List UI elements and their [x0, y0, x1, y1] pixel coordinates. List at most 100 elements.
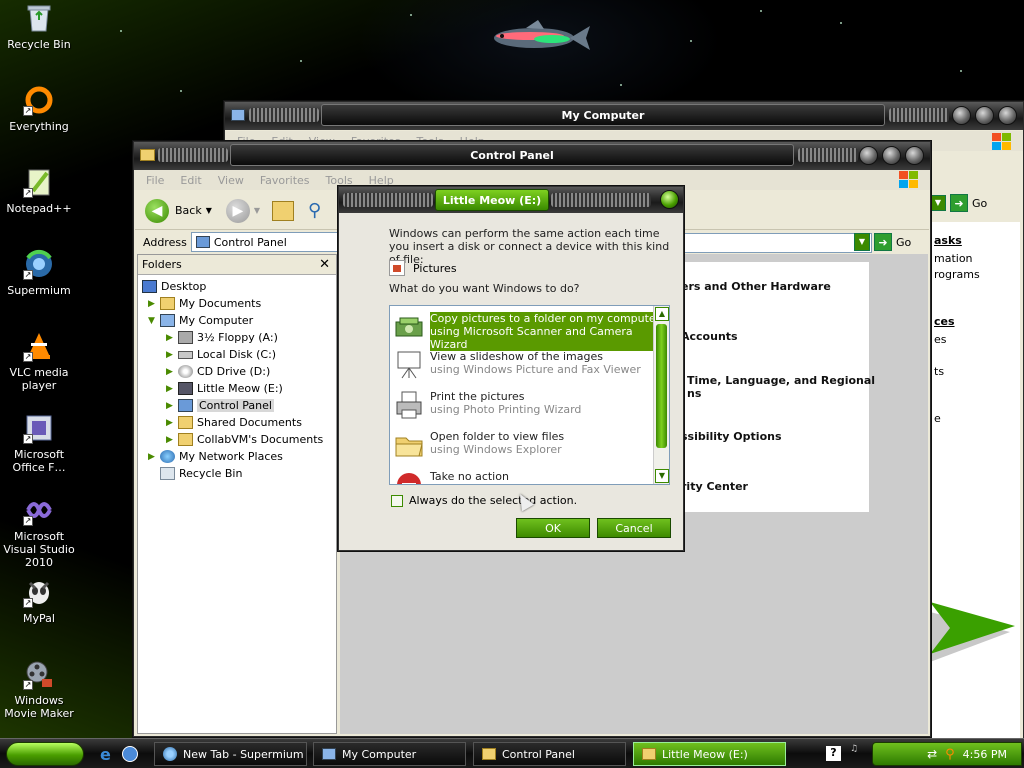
go-label[interactable]: Go: [972, 197, 987, 210]
expand-arrow-icon[interactable]: ▶: [166, 435, 174, 445]
tree-item-my-documents[interactable]: ▶ My Documents: [148, 295, 261, 312]
maximize-button[interactable]: [882, 146, 901, 165]
address-go[interactable]: ▼ ➜ Go: [854, 233, 911, 251]
desktop-icon-office[interactable]: ↗ Microsoft Office F…: [2, 412, 76, 474]
address-input[interactable]: Control Panel: [190, 232, 341, 252]
menu-help[interactable]: Help: [369, 174, 394, 187]
search-icon[interactable]: ⚲: [308, 200, 321, 221]
action-listbox[interactable]: Copy pictures to a folder on my computer…: [389, 305, 670, 485]
task-link[interactable]: asks: [934, 234, 962, 247]
my-computer-titlebar[interactable]: My Computer: [225, 102, 1023, 130]
address-dropdown-icon[interactable]: ▼: [854, 233, 870, 251]
tree-item-network-places[interactable]: ▶ My Network Places: [148, 448, 283, 465]
listbox-scrollbar[interactable]: ▲ ▼: [653, 306, 669, 484]
close-folders-icon[interactable]: ✕: [319, 257, 330, 272]
action-item-take-no-action[interactable]: Take no action: [394, 470, 509, 484]
taskbar-item-little-meow[interactable]: Little Meow (E:): [633, 742, 786, 766]
go-arrow-icon[interactable]: ➜: [950, 194, 968, 212]
search-tray-icon[interactable]: ⚲: [945, 747, 955, 762]
category-security-center[interactable]: rity Center: [681, 480, 748, 493]
desktop-icon-supermium[interactable]: ↗ Supermium: [2, 248, 76, 297]
ok-button[interactable]: OK: [516, 518, 590, 538]
expand-arrow-icon[interactable]: ▶: [166, 333, 174, 343]
scroll-thumb[interactable]: [656, 324, 667, 448]
network-tray-icon[interactable]: ⇄: [927, 747, 937, 761]
go-label[interactable]: Go: [896, 236, 911, 249]
category-accessibility-options[interactable]: ssibility Options: [681, 430, 782, 443]
menu-favorites[interactable]: Favorites: [260, 174, 310, 187]
dropdown-arrow-icon[interactable]: ▼: [930, 195, 946, 211]
task-link[interactable]: rograms: [934, 268, 980, 281]
menu-view[interactable]: View: [218, 174, 244, 187]
back-arrow-icon[interactable]: ◀: [145, 198, 169, 223]
expand-arrow-icon[interactable]: ▶: [148, 299, 156, 309]
tree-item-floppy[interactable]: ▶ 3½ Floppy (A:): [166, 329, 278, 346]
back-button-label[interactable]: Back: [175, 204, 202, 217]
always-do-row[interactable]: Always do the selected action.: [391, 494, 577, 507]
expand-arrow-icon[interactable]: ▶: [148, 452, 156, 462]
category-user-accounts[interactable]: Accounts: [681, 330, 738, 343]
dialog-titlebar[interactable]: Little Meow (E:): [339, 187, 683, 213]
task-link[interactable]: ces: [934, 315, 955, 328]
start-button[interactable]: [6, 742, 84, 766]
tree-item-collabvm-documents[interactable]: ▶ CollabVM's Documents: [166, 431, 323, 448]
forward-dropdown-icon[interactable]: ▼: [254, 206, 260, 215]
tree-item-my-computer[interactable]: ▼ My Computer: [148, 312, 253, 329]
autoplay-dialog[interactable]: Little Meow (E:) Windows can perform the…: [338, 186, 684, 551]
always-do-checkbox[interactable]: [391, 494, 403, 507]
desktop-icon-notepad-plus-plus[interactable]: ↗ Notepad++: [2, 166, 76, 215]
expand-arrow-icon[interactable]: ▶: [166, 367, 174, 377]
taskbar-item-supermium[interactable]: New Tab - Supermium: [154, 742, 307, 766]
desktop-icon-mypal[interactable]: ↗ MyPal: [2, 576, 76, 625]
tree-item-desktop[interactable]: Desktop: [142, 278, 206, 295]
internet-explorer-icon[interactable]: e: [100, 745, 111, 764]
maximize-button[interactable]: [975, 106, 994, 125]
expand-arrow-icon[interactable]: ▶: [166, 384, 174, 394]
category-options-suffix[interactable]: ns: [687, 387, 701, 400]
minimize-button[interactable]: [859, 146, 878, 165]
taskbar-item-my-computer[interactable]: My Computer: [313, 742, 466, 766]
desktop-icon-vlc[interactable]: ↗ VLC media player: [2, 330, 76, 392]
go-arrow-icon[interactable]: ➜: [874, 233, 892, 251]
action-item-open-folder[interactable]: Open folder to view files using Windows …: [394, 430, 564, 464]
category-printers-hardware[interactable]: ers and Other Hardware: [681, 280, 831, 293]
close-button[interactable]: [998, 106, 1017, 125]
tree-item-recycle-bin[interactable]: Recycle Bin: [160, 465, 242, 482]
up-folder-icon[interactable]: [272, 200, 295, 221]
back-dropdown-icon[interactable]: ▼: [206, 206, 212, 215]
task-link[interactable]: e: [934, 412, 941, 425]
task-link[interactable]: es: [934, 333, 947, 346]
address-input-right[interactable]: [684, 233, 872, 253]
task-link[interactable]: mation: [934, 252, 973, 265]
desktop-icon-movie-maker[interactable]: ↗ Windows Movie Maker: [2, 658, 76, 720]
action-item-slideshow[interactable]: View a slideshow of the images using Win…: [394, 350, 641, 384]
menu-tools[interactable]: Tools: [326, 174, 353, 187]
close-button[interactable]: [905, 146, 924, 165]
menu-file[interactable]: File: [146, 174, 164, 187]
tree-item-little-meow[interactable]: ▶ Little Meow (E:): [166, 380, 283, 397]
expand-arrow-icon[interactable]: ▶: [166, 401, 174, 411]
control-panel-titlebar[interactable]: Control Panel: [134, 142, 930, 170]
task-link[interactable]: ts: [934, 365, 944, 378]
tree-item-shared-documents[interactable]: ▶ Shared Documents: [166, 414, 302, 431]
tree-item-local-disk[interactable]: ▶ Local Disk (C:): [166, 346, 276, 363]
collapse-arrow-icon[interactable]: ▼: [148, 316, 156, 326]
tree-item-control-panel[interactable]: ▶ Control Panel: [166, 397, 274, 414]
browser-quicklaunch-icon[interactable]: [122, 746, 138, 762]
desktop-icon-everything[interactable]: ↗ Everything: [2, 84, 76, 133]
scroll-up-icon[interactable]: ▲: [655, 307, 669, 321]
forward-arrow-icon[interactable]: ▶: [225, 198, 250, 223]
taskbar-item-control-panel[interactable]: Control Panel: [473, 742, 626, 766]
close-button[interactable]: [660, 190, 679, 209]
menu-edit[interactable]: Edit: [180, 174, 201, 187]
action-item-print[interactable]: Print the pictures using Photo Printing …: [394, 390, 581, 424]
desktop-icon-recycle-bin[interactable]: Recycle Bin: [2, 2, 76, 51]
desktop-icon-visual-studio[interactable]: ↗ Microsoft Visual Studio 2010: [2, 494, 76, 569]
scroll-down-icon[interactable]: ▼: [655, 469, 669, 483]
tree-item-cd-drive[interactable]: ▶ CD Drive (D:): [166, 363, 270, 380]
volume-icon[interactable]: ♫: [850, 744, 858, 754]
action-item-copy-pictures[interactable]: Copy pictures to a folder on my computer…: [394, 312, 669, 351]
help-icon[interactable]: ?: [826, 746, 841, 761]
expand-arrow-icon[interactable]: ▶: [166, 350, 174, 360]
clock[interactable]: 4:56 PM: [963, 748, 1007, 761]
